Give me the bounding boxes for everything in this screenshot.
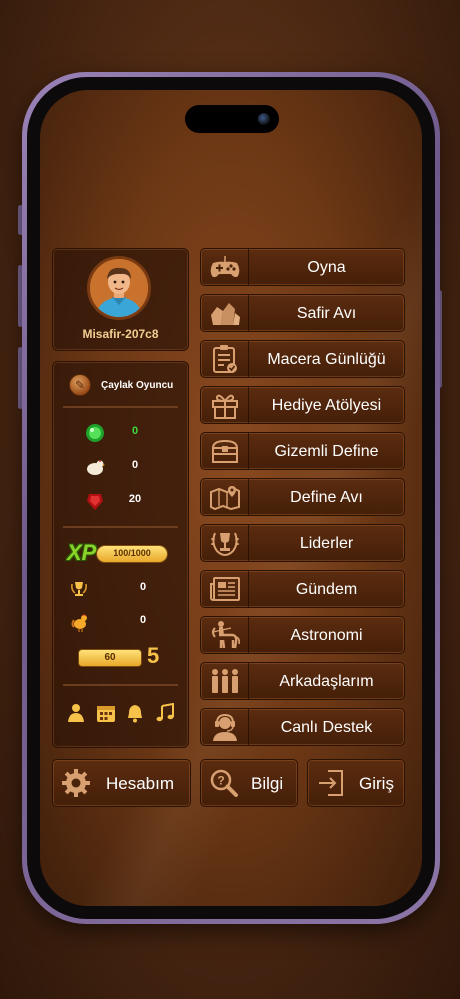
svg-text:?: ? (217, 774, 224, 788)
quick-actions (53, 702, 188, 724)
login-button[interactable]: Giriş (307, 759, 405, 807)
gamepad-icon (201, 249, 249, 285)
gift-icon (201, 387, 249, 423)
menu-label: Gizemli Define (274, 443, 379, 460)
menu-label: Oyna (307, 259, 346, 276)
menu-button-gizemli-define[interactable]: Gizemli Define (200, 432, 405, 470)
username: Misafir-207c8 (82, 327, 159, 341)
laurel-trophy-icon (71, 582, 87, 596)
map-icon (201, 479, 249, 515)
avatar[interactable] (87, 256, 151, 320)
xp-progress-bar: 100/1000 (96, 545, 168, 563)
menu-label: Hediye Atölyesi (271, 397, 382, 414)
login-label: Giriş (359, 774, 394, 793)
menu-button-liderler[interactable]: Liderler (200, 524, 405, 562)
level-progress-text: 60 (104, 652, 116, 663)
xp-progress-text: 100/1000 (113, 548, 151, 558)
stats-panel: ✎ Çaylak Oyuncu 0 0 20 XP 100/1000 0 0 6… (52, 361, 189, 748)
rank-badge-icon: ✎ (69, 374, 91, 396)
chicken-count: 0 (131, 459, 139, 471)
menu-button-oyna[interactable]: Oyna (200, 248, 405, 286)
friends-icon (201, 663, 249, 699)
headset-support-icon (201, 709, 249, 745)
clipboard-icon (201, 341, 249, 377)
newspaper-icon (201, 571, 249, 607)
account-label: Hesabım (106, 774, 175, 793)
red-gem-icon (87, 494, 103, 510)
level-progress-bar: 60 (78, 649, 142, 667)
trophy-row: 0 (53, 577, 188, 601)
menu-button-macera-gunlugu[interactable]: Macera Günlüğü (200, 340, 405, 378)
help-magnifier-icon: ? (209, 768, 239, 798)
rank-label: Çaylak Oyuncu (101, 379, 174, 391)
menu-label: Astronomi (290, 627, 363, 644)
rooster-row: 0 (53, 610, 188, 634)
xp-icon: XP (67, 540, 97, 565)
profile-settings-icon[interactable] (65, 702, 87, 724)
menu-button-astronomi[interactable]: Astronomi (200, 616, 405, 654)
app-screen: Misafir-207c8 ✎ Çaylak Oyuncu 0 0 20 XP … (40, 90, 422, 906)
divider (63, 526, 178, 528)
divider (63, 684, 178, 686)
menu-button-canli-destek[interactable]: Canlı Destek (200, 708, 405, 746)
gear-icon (61, 768, 91, 798)
resource-row-red-gem: 20 (53, 489, 188, 513)
red-gem-count: 20 (128, 493, 142, 505)
green-gem-icon (86, 424, 104, 442)
menu-label: Macera Günlüğü (267, 351, 386, 368)
resource-row-chicken: 0 (53, 455, 188, 479)
rooster-icon (71, 614, 87, 632)
menu-label: Gündem (295, 581, 358, 598)
sapphire-rocks-icon (201, 295, 249, 331)
menu-button-define-avi[interactable]: Define Avı (200, 478, 405, 516)
bell-icon[interactable] (124, 702, 146, 724)
rank-row: ✎ Çaylak Oyuncu (69, 374, 173, 396)
phone-bezel: Misafir-207c8 ✎ Çaylak Oyuncu 0 0 20 XP … (27, 77, 435, 919)
calendar-icon[interactable] (95, 702, 117, 724)
treasure-chest-icon (201, 433, 249, 469)
login-door-icon (316, 768, 346, 798)
menu-button-arkadaslarim[interactable]: Arkadaşlarım (200, 662, 405, 700)
menu-label: Canlı Destek (280, 719, 373, 736)
menu-button-gundem[interactable]: Gündem (200, 570, 405, 608)
account-button[interactable]: Hesabım (52, 759, 191, 807)
trophy-count: 0 (139, 581, 147, 593)
info-label: Bilgi (251, 774, 284, 793)
menu-label: Arkadaşlarım (279, 673, 374, 690)
menu-label: Liderler (299, 535, 354, 552)
menu-label: Define Avı (290, 489, 363, 506)
menu-button-safir-avi[interactable]: Safir Avı (200, 294, 405, 332)
green-gem-count: 0 (131, 425, 139, 437)
profile-panel[interactable]: Misafir-207c8 (52, 248, 189, 351)
music-icon[interactable] (154, 702, 176, 724)
resource-row-green-gem: 0 (53, 421, 188, 445)
chicken-icon (87, 460, 105, 475)
phone-frame: Misafir-207c8 ✎ Çaylak Oyuncu 0 0 20 XP … (22, 72, 440, 924)
menu-label: Safir Avı (296, 305, 357, 322)
menu-button-hediye-atolyesi[interactable]: Hediye Atölyesi (200, 386, 405, 424)
divider (63, 406, 178, 408)
dynamic-island (185, 105, 279, 133)
level-number: 5 (147, 643, 160, 668)
info-button[interactable]: ? Bilgi (200, 759, 298, 807)
laurel-trophy-icon (201, 525, 249, 561)
rooster-count: 0 (139, 614, 147, 626)
centaur-archer-icon (201, 617, 249, 653)
